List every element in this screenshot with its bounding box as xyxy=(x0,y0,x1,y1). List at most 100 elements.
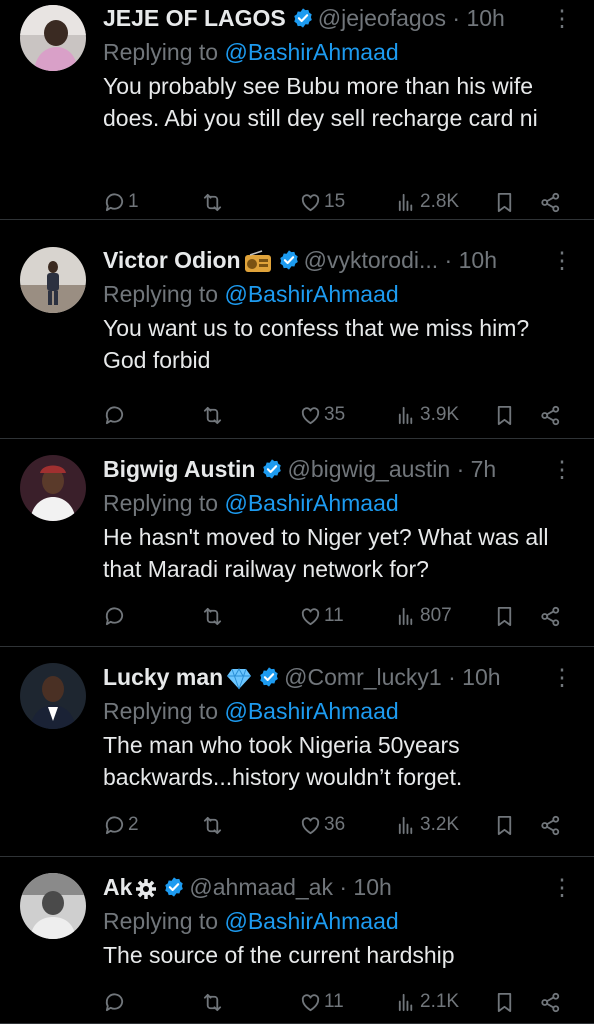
display-name[interactable]: JEJE OF LAGOS xyxy=(103,5,286,31)
tweet[interactable]: Lucky man @Comr_lucky1 · 10h ⋮ Replying t… xyxy=(0,647,594,857)
avatar[interactable] xyxy=(20,247,86,313)
views-button[interactable]: 3.2K xyxy=(395,810,459,840)
retweet-icon xyxy=(203,193,222,211)
tweet-header: Victor Odion @vyktorodi... · 10h ⋮ xyxy=(103,242,574,278)
retweet-button[interactable] xyxy=(201,187,224,217)
action-bar: 11 2.1K xyxy=(103,987,574,1017)
tweet-text: You probably see Bubu more than his wife… xyxy=(103,73,538,131)
timestamp[interactable]: 10h xyxy=(459,247,497,273)
heart-icon xyxy=(301,406,320,424)
mention-link[interactable]: @BashirAhmaad xyxy=(224,281,398,307)
view-count: 2.1K xyxy=(420,991,460,1012)
handle[interactable]: @Comr_lucky1 xyxy=(284,664,442,690)
share-button[interactable] xyxy=(539,810,562,840)
bookmark-button[interactable] xyxy=(493,810,516,840)
radio-emoji-icon xyxy=(244,250,271,272)
display-name[interactable]: Victor Odion xyxy=(103,247,241,273)
view-count: 2.8K xyxy=(420,191,460,212)
views-button[interactable]: 2.8K xyxy=(395,187,459,217)
mention-link[interactable]: @BashirAhmaad xyxy=(224,698,398,724)
reply-count: 2 xyxy=(128,814,139,835)
retweet-button[interactable] xyxy=(201,987,224,1017)
avatar[interactable] xyxy=(20,455,86,521)
mention-link[interactable]: @BashirAhmaad xyxy=(224,908,398,934)
retweet-button[interactable] xyxy=(201,601,224,631)
tweet[interactable]: Victor Odion @vyktorodi... · 10h ⋮ Replyi… xyxy=(0,220,594,439)
like-count: 11 xyxy=(324,605,344,626)
retweet-button[interactable] xyxy=(201,810,224,840)
share-button[interactable] xyxy=(539,400,562,430)
like-count: 36 xyxy=(324,814,346,835)
timestamp[interactable]: 10h xyxy=(353,874,391,900)
retweet-icon xyxy=(203,993,222,1011)
bookmark-button[interactable] xyxy=(493,400,516,430)
gem-emoji-icon xyxy=(227,667,252,690)
retweet-button[interactable] xyxy=(201,400,224,430)
views-button[interactable]: 807 xyxy=(395,601,452,631)
share-button[interactable] xyxy=(539,987,562,1017)
reply-count: 1 xyxy=(128,191,139,212)
avatar[interactable] xyxy=(20,663,86,729)
tweet[interactable]: Bigwig Austin @bigwig_austin · 7h ⋮ Reply… xyxy=(0,439,594,647)
like-button[interactable]: 11 xyxy=(299,987,344,1017)
reply-icon xyxy=(105,815,124,834)
share-icon xyxy=(541,405,560,425)
handle[interactable]: @ahmaad_ak xyxy=(189,874,333,900)
like-count: 15 xyxy=(324,191,346,212)
like-count: 11 xyxy=(324,991,344,1012)
bookmark-icon xyxy=(497,815,512,835)
more-options-icon[interactable]: ⋮ xyxy=(550,869,574,905)
views-button[interactable]: 3.9K xyxy=(395,400,459,430)
views-icon xyxy=(398,193,413,211)
handle[interactable]: @jejeofagos xyxy=(318,5,446,31)
like-button[interactable]: 15 xyxy=(299,187,345,217)
more-options-icon[interactable]: ⋮ xyxy=(550,659,574,695)
reply-button[interactable]: 1 xyxy=(103,187,139,217)
handle[interactable]: @vyktorodi... xyxy=(304,247,439,273)
reply-icon xyxy=(105,992,124,1011)
like-count: 35 xyxy=(324,404,346,425)
like-button[interactable]: 11 xyxy=(299,601,344,631)
tweet-text: The man who took Nigeria 50years backwar… xyxy=(103,732,463,790)
timestamp[interactable]: 7h xyxy=(471,456,497,482)
timestamp[interactable]: 10h xyxy=(466,5,504,31)
replying-to: Replying to @BashirAhmaad xyxy=(103,281,399,307)
avatar[interactable] xyxy=(20,873,86,939)
like-button[interactable]: 36 xyxy=(299,810,345,840)
handle[interactable]: @bigwig_austin xyxy=(287,456,450,482)
like-button[interactable]: 35 xyxy=(299,400,345,430)
reply-button[interactable] xyxy=(103,601,128,631)
replying-to: Replying to @BashirAhmaad xyxy=(103,490,399,516)
bookmark-button[interactable] xyxy=(493,187,516,217)
share-button[interactable] xyxy=(539,601,562,631)
reply-button[interactable] xyxy=(103,987,128,1017)
views-button[interactable]: 2.1K xyxy=(395,987,459,1017)
reply-button[interactable] xyxy=(103,400,128,430)
more-options-icon[interactable]: ⋮ xyxy=(550,0,574,36)
more-options-icon[interactable]: ⋮ xyxy=(550,242,574,278)
avatar[interactable] xyxy=(20,5,86,71)
tweet[interactable]: Ak @ahmaad_ak · 10h ⋮ Replying to @Bashir… xyxy=(0,857,594,1024)
tweet-text: The source of the current hardship xyxy=(103,942,455,968)
display-name[interactable]: Lucky man xyxy=(103,664,223,690)
display-name[interactable]: Ak xyxy=(103,874,132,900)
more-options-icon[interactable]: ⋮ xyxy=(550,451,574,487)
retweet-icon xyxy=(203,406,222,424)
views-icon xyxy=(398,816,413,834)
mention-link[interactable]: @BashirAhmaad xyxy=(224,490,398,516)
replying-to: Replying to @BashirAhmaad xyxy=(103,39,399,65)
heart-icon xyxy=(301,607,320,625)
replying-to: Replying to @BashirAhmaad xyxy=(103,698,399,724)
tweet[interactable]: JEJE OF LAGOS @jejeofagos · 10h ⋮ Replyin… xyxy=(0,0,594,220)
timestamp[interactable]: 10h xyxy=(462,664,500,690)
reply-button[interactable]: 2 xyxy=(103,810,139,840)
tweet-header: Ak @ahmaad_ak · 10h ⋮ xyxy=(103,869,574,905)
bookmark-icon xyxy=(497,606,512,626)
bookmark-button[interactable] xyxy=(493,601,516,631)
action-bar: 2 36 3.2K xyxy=(103,810,574,840)
bookmark-button[interactable] xyxy=(493,987,516,1017)
display-name[interactable]: Bigwig Austin xyxy=(103,456,255,482)
share-button[interactable] xyxy=(539,187,562,217)
mention-link[interactable]: @BashirAhmaad xyxy=(224,39,398,65)
view-count: 807 xyxy=(420,605,452,626)
